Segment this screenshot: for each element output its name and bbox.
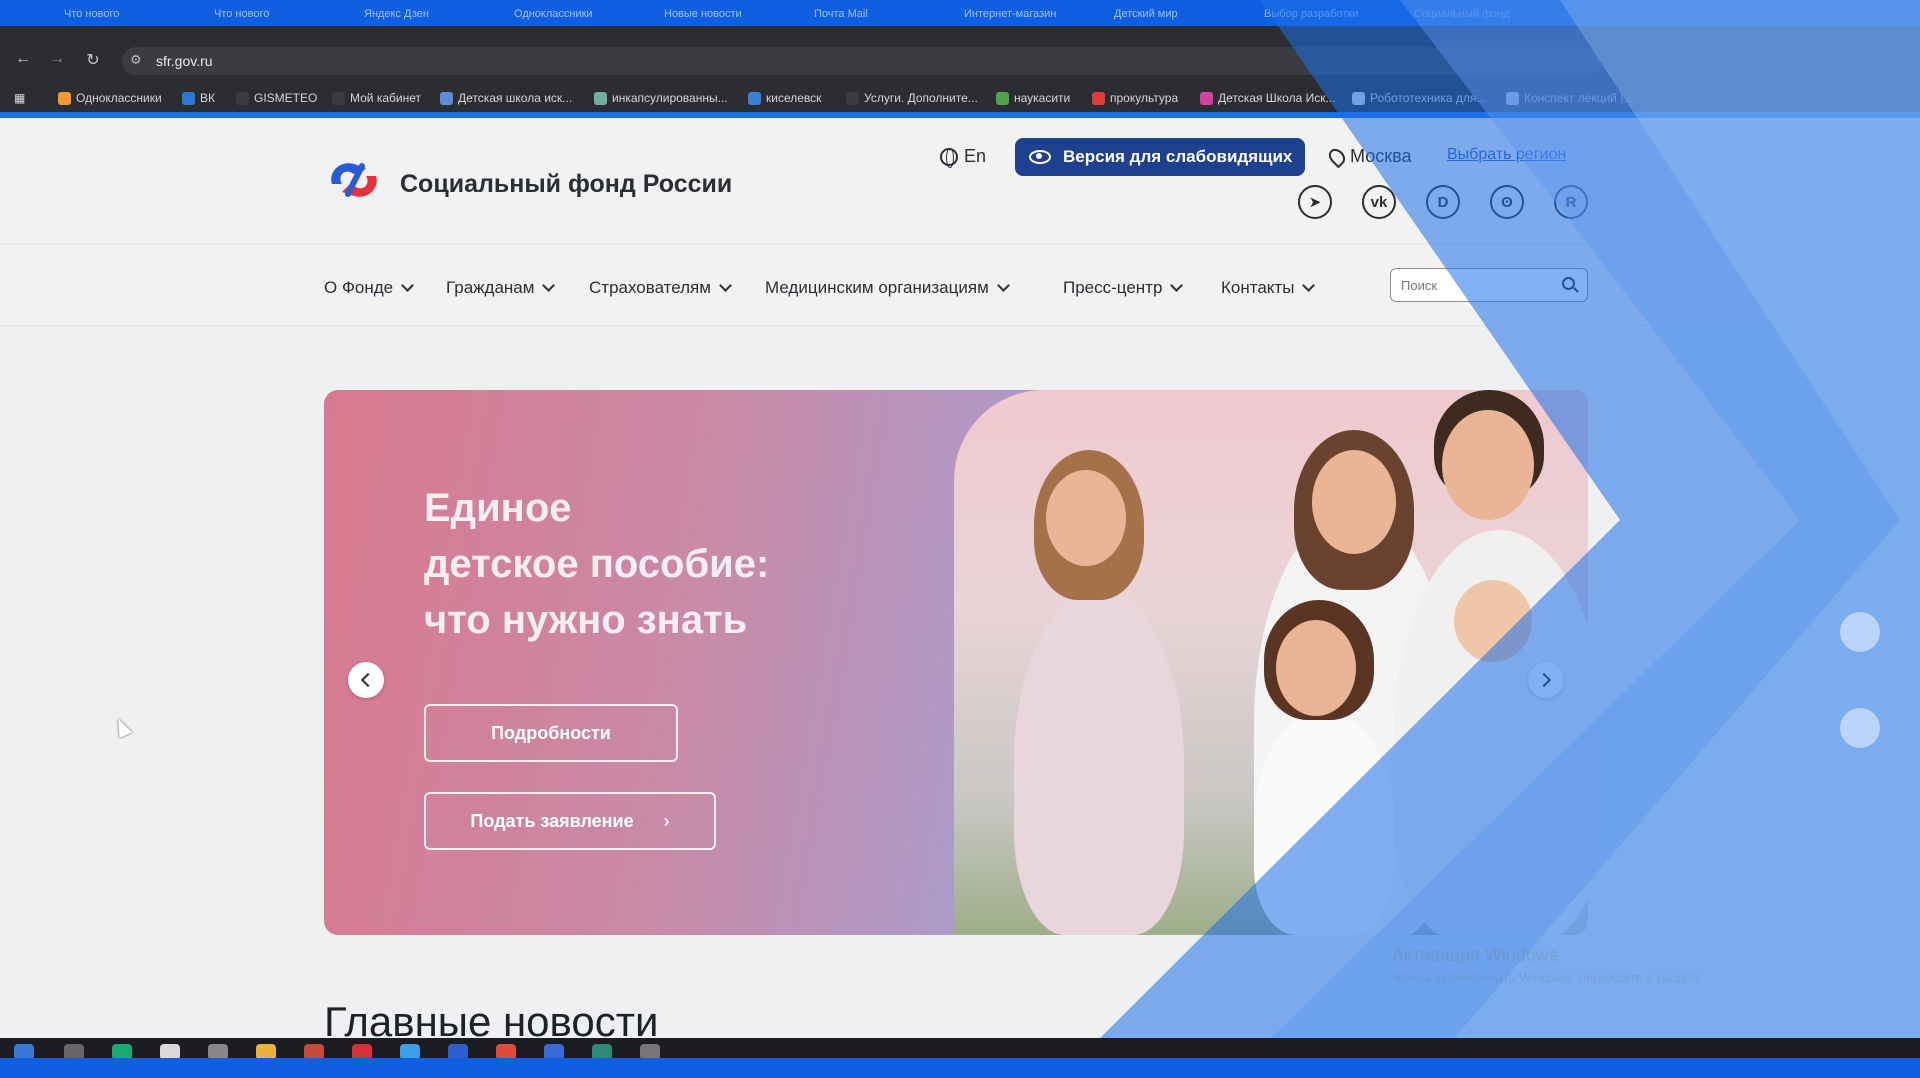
details-button[interactable]: Подробности: [424, 704, 678, 762]
windows-activation-hint: Чтобы активировать Windows, перейдите в …: [1392, 970, 1699, 985]
instagram-icon: [1200, 91, 1213, 105]
nav-item-medical[interactable]: Медицинским организациям: [765, 278, 1010, 298]
bookmark-item[interactable]: Детская школа иск...: [440, 91, 572, 105]
search-input[interactable]: [1390, 268, 1588, 302]
document-icon: [594, 91, 607, 105]
services-icon: [846, 91, 859, 105]
site-info-icon[interactable]: ⚙: [130, 52, 142, 68]
apply-button[interactable]: Подать заявление ›: [424, 792, 716, 850]
url-text[interactable]: sfr.gov.ru: [156, 53, 213, 69]
browser-tab[interactable]: Что нового: [190, 4, 320, 24]
windows-activation-watermark: Активация Windows: [1392, 945, 1558, 965]
search-icon[interactable]: [1562, 277, 1575, 290]
hero-banner[interactable]: Единое детское пособие: что нужно знать …: [324, 390, 1588, 935]
gismeteo-icon: [236, 91, 249, 105]
carousel-next-button[interactable]: [1528, 662, 1564, 698]
ok-icon[interactable]: ʘ: [1490, 185, 1524, 219]
odnoklassniki-icon: [58, 91, 71, 105]
browser-tab-strip: Что нового Что нового Яндекс Дзен Однокл…: [0, 0, 1920, 26]
bookmark-item[interactable]: Мой кабинет: [332, 91, 421, 105]
chevron-down-icon: [1302, 279, 1316, 292]
city-selector[interactable]: Москва: [1325, 145, 1411, 168]
low-vision-button[interactable]: Версия для слабовидящих: [1015, 138, 1305, 176]
robotics-icon: [1352, 91, 1365, 105]
location-pin-icon: [1325, 145, 1349, 168]
chevron-down-icon: [1170, 279, 1184, 292]
bookmark-item[interactable]: прокультура: [1092, 91, 1178, 105]
chevron-down-icon: [719, 279, 732, 292]
naukasity-icon: [996, 91, 1009, 105]
browser-tab[interactable]: Яндекс Дзен: [340, 4, 470, 24]
nav-item-contacts[interactable]: Контакты: [1221, 278, 1316, 298]
apps-grid-icon[interactable]: ▦: [14, 91, 25, 105]
carousel-prev-button[interactable]: [348, 662, 384, 698]
news-heading: Главные новости: [324, 998, 659, 1038]
feedback-icon[interactable]: [1840, 708, 1880, 748]
bookmark-item[interactable]: Детская Школа Иск...: [1200, 91, 1335, 105]
browser-tab[interactable]: Одноклассники: [490, 4, 620, 24]
school-icon: [440, 91, 453, 105]
bookmark-item[interactable]: инкапсулированны...: [594, 91, 728, 105]
bookmark-item[interactable]: Конспект лекций |...: [1506, 91, 1633, 105]
bookmark-item[interactable]: Робототехника для...: [1352, 91, 1486, 105]
sfr-logo-icon[interactable]: [324, 154, 384, 206]
nav-item-about[interactable]: О Фонде: [324, 278, 414, 298]
bookmark-item[interactable]: наукасити: [996, 91, 1070, 105]
bookmark-item[interactable]: Одноклассники: [58, 91, 162, 105]
cabinet-icon: [332, 91, 345, 105]
dzen-icon[interactable]: D: [1426, 185, 1460, 219]
bookmark-item[interactable]: ВК: [182, 91, 215, 105]
nav-item-insurers[interactable]: Страхователям: [589, 278, 732, 298]
site-header: Социальный фонд России En Версия для сла…: [0, 118, 1920, 244]
bookmark-item[interactable]: киселевск: [748, 91, 821, 105]
bookmark-item[interactable]: Услуги. Дополните...: [846, 91, 978, 105]
chevron-down-icon: [542, 279, 556, 292]
telegram-icon[interactable]: ➤: [1298, 185, 1332, 219]
browser-tab[interactable]: Социальный фонд: [1390, 4, 1520, 24]
browser-tab[interactable]: Новые новости: [640, 4, 770, 24]
chevron-down-icon: [996, 279, 1010, 292]
prokultura-icon: [1092, 91, 1105, 105]
forward-icon[interactable]: →: [46, 50, 68, 68]
browser-tab[interactable]: Интернет-магазин: [940, 4, 1070, 24]
nav-item-press[interactable]: Пресс-центр: [1063, 278, 1184, 298]
vk-icon[interactable]: vk: [1362, 185, 1396, 219]
accessibility-widget-icon[interactable]: [1840, 612, 1880, 652]
browser-tab[interactable]: Детский мир: [1090, 4, 1220, 24]
browser-tab[interactable]: Что нового: [40, 4, 170, 24]
banner-title: Единое детское пособие: что нужно знать: [424, 486, 770, 642]
vk-icon: [182, 91, 195, 105]
lecture-icon: [1506, 91, 1519, 105]
browser-tab[interactable]: Почта Mail: [790, 4, 920, 24]
nav-item-citizens[interactable]: Гражданам: [446, 278, 556, 298]
family-photo: [954, 390, 1588, 935]
site-title[interactable]: Социальный фонд России: [400, 170, 732, 199]
browser-tab[interactable]: Выбор разработки: [1240, 4, 1370, 24]
back-icon[interactable]: ←: [12, 50, 34, 68]
bookmark-item[interactable]: GISMETEO: [236, 91, 317, 105]
chevron-down-icon: [401, 279, 414, 292]
video-frame-bottom: [0, 1058, 1920, 1078]
reload-icon[interactable]: ↻: [82, 50, 104, 70]
globe-icon: [940, 147, 958, 168]
language-switch[interactable]: En: [940, 146, 986, 168]
web-page: Социальный фонд России En Версия для сла…: [0, 118, 1920, 1038]
choose-region-link[interactable]: Выбрать регион: [1447, 146, 1566, 164]
rutube-icon[interactable]: R: [1554, 185, 1588, 219]
eye-icon: [1029, 150, 1051, 164]
chevron-right-icon: ›: [663, 810, 670, 831]
kiselevsk-icon: [748, 91, 761, 105]
address-bar[interactable]: [122, 47, 1602, 75]
